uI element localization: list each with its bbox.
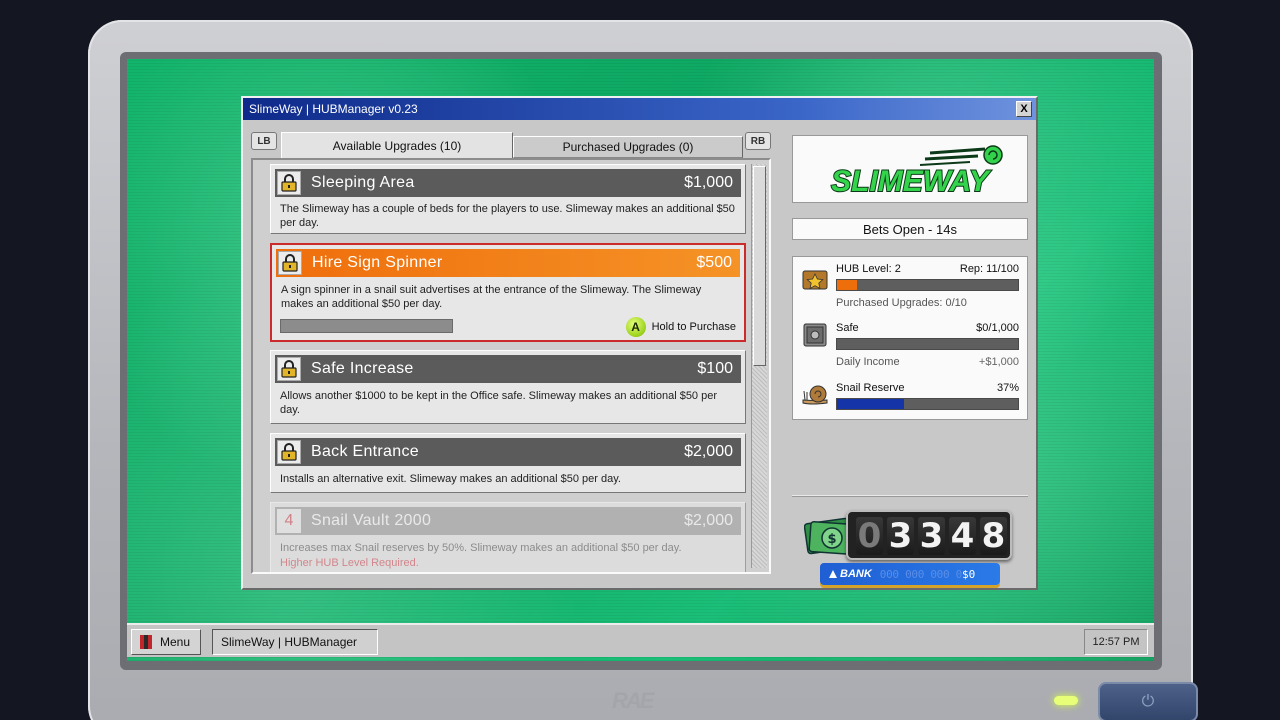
hold-to-purchase[interactable]: A Hold to Purchase: [625, 317, 736, 337]
hub-level-label: HUB Level: 2: [836, 263, 901, 275]
daily-income-label: Daily Income: [836, 356, 900, 368]
safe-progress-bar: [836, 338, 1019, 350]
upgrade-header: Safe Increase $100: [275, 355, 741, 383]
rb-button[interactable]: RB: [745, 132, 771, 150]
panel-divider: [792, 495, 1028, 497]
monitor-brand-logo: RAE: [612, 688, 654, 713]
rep-progress-bar: [836, 279, 1019, 291]
tab-purchased-upgrades[interactable]: Purchased Upgrades (0): [513, 136, 743, 158]
cash-counter: 0 3 3 4 8: [846, 510, 1012, 560]
star-folder-icon: [801, 265, 829, 293]
lock-icon: [277, 171, 301, 195]
upgrade-list-scrollbar[interactable]: [751, 164, 767, 568]
close-button[interactable]: X: [1016, 101, 1032, 117]
start-menu-button[interactable]: Menu: [131, 629, 201, 655]
taskbar-clock: 12:57 PM: [1084, 629, 1148, 655]
lock-icon: [277, 357, 301, 381]
bank-label-text: BANK: [840, 568, 872, 580]
upgrade-price: $1,000: [684, 174, 733, 191]
upgrade-price: $500: [696, 254, 732, 271]
upgrade-description: The Slimeway has a couple of beds for th…: [280, 203, 735, 229]
upgrade-header: Back Entrance $2,000: [275, 438, 741, 466]
safe-icon: [801, 321, 829, 349]
purchased-upgrades-count: Purchased Upgrades: 0/10: [836, 297, 967, 309]
daily-income-value: +$1,000: [978, 356, 1019, 368]
svg-text:$: $: [827, 532, 836, 547]
upgrade-card-sleeping-area[interactable]: Sleeping Area $1,000 The Slimeway has a …: [270, 164, 746, 234]
upgrade-header: Sleeping Area $1,000: [275, 169, 741, 197]
rep-value: Rep: 11/100: [959, 263, 1019, 275]
taskbar: Menu SlimeWay | HUBManager 12:57 PM: [127, 623, 1154, 657]
upgrade-list[interactable]: Sleeping Area $1,000 The Slimeway has a …: [251, 158, 771, 574]
upgrade-price: $2,000: [684, 443, 733, 460]
bets-status: Bets Open - 14s: [792, 218, 1028, 240]
upgrade-name: Safe Increase: [311, 360, 414, 377]
cash-digit: 8: [980, 516, 1007, 556]
hub-stats-panel: HUB Level: 2 Rep: 11/100 Purchased Upgra…: [792, 256, 1028, 420]
cash-digit: 0: [856, 516, 883, 556]
upgrade-price: $100: [697, 360, 733, 377]
upgrade-price: $2,000: [684, 512, 733, 529]
upgrade-description: Installs an alternative exit. Slimeway m…: [280, 473, 621, 485]
cash-digit: 3: [918, 516, 945, 556]
snail-reserve-label: Snail Reserve: [836, 382, 905, 394]
rep-progress-fill: [837, 280, 857, 290]
upgrade-description: A sign spinner in a snail suit advertise…: [281, 284, 702, 310]
hold-label: Hold to Purchase: [651, 321, 736, 333]
power-icon: ⏻: [1141, 693, 1155, 710]
upgrade-name: Hire Sign Spinner: [312, 254, 443, 271]
upgrade-header: Hire Sign Spinner $500: [276, 249, 740, 277]
taskbar-item-hubmanager[interactable]: SlimeWay | HUBManager: [212, 629, 378, 655]
upgrade-card-snail-vault-2000[interactable]: 4 Snail Vault 2000 $2,000 Increases max …: [270, 502, 746, 572]
bank-card: BANK 000 000 000 0 $0: [820, 563, 1000, 585]
upgrade-description: Allows another $1000 to be kept in the O…: [280, 390, 718, 416]
bank-account-number: 000 000 000 0: [879, 567, 963, 581]
a-button-icon: A: [625, 317, 646, 337]
upgrade-name: Snail Vault 2000: [311, 512, 432, 529]
safe-value: $0/1,000: [976, 322, 1019, 334]
menu-label: Menu: [160, 635, 191, 649]
slimeway-logo: SLIMEWAY: [792, 135, 1028, 203]
bank-balance: $0: [961, 567, 976, 581]
window-titlebar[interactable]: SlimeWay | HUBManager v0.23 X: [243, 98, 1036, 120]
upgrade-name: Back Entrance: [311, 443, 419, 460]
snail-reserve-fill: [837, 399, 904, 409]
power-button[interactable]: ⏻: [1098, 682, 1198, 720]
upgrade-card-safe-increase[interactable]: Safe Increase $100 Allows another $1000 …: [270, 350, 746, 424]
upgrade-description: Increases max Snail reserves by 50%. Sli…: [280, 542, 682, 554]
lock-icon: [277, 440, 301, 464]
cash-digit: 3: [887, 516, 914, 556]
bank-logo: BANK: [828, 568, 872, 580]
upgrade-name: Sleeping Area: [311, 174, 415, 191]
power-led: [1054, 696, 1078, 705]
snail-reserve-bar: [836, 398, 1019, 410]
snail-icon: [801, 381, 829, 409]
requirement-text: Higher HUB Level Required.: [280, 557, 419, 569]
required-level-badge: 4: [277, 509, 301, 533]
menu-icon: [140, 635, 152, 649]
scrollbar-thumb[interactable]: [753, 166, 766, 366]
purchase-progress-bar: [280, 319, 453, 333]
snail-reserve-value: 37%: [996, 382, 1019, 394]
upgrade-tabs: LB Available Upgrades (10) Purchased Upg…: [251, 132, 773, 159]
lock-icon: [278, 251, 302, 275]
lb-button[interactable]: LB: [251, 132, 277, 150]
cash-digits: 0 3 3 4 8: [856, 516, 1007, 556]
upgrade-card-back-entrance[interactable]: Back Entrance $2,000 Installs an alterna…: [270, 433, 746, 493]
upgrade-header: 4 Snail Vault 2000 $2,000: [275, 507, 741, 535]
upgrade-card-hire-sign-spinner[interactable]: Hire Sign Spinner $500 A sign spinner in…: [270, 243, 746, 342]
tab-available-upgrades[interactable]: Available Upgrades (10): [281, 132, 513, 159]
safe-label: Safe: [836, 322, 859, 334]
logo-text: SLIMEWAY: [831, 165, 992, 198]
window-title: SlimeWay | HUBManager v0.23: [249, 102, 418, 116]
cash-digit: 4: [949, 516, 976, 556]
